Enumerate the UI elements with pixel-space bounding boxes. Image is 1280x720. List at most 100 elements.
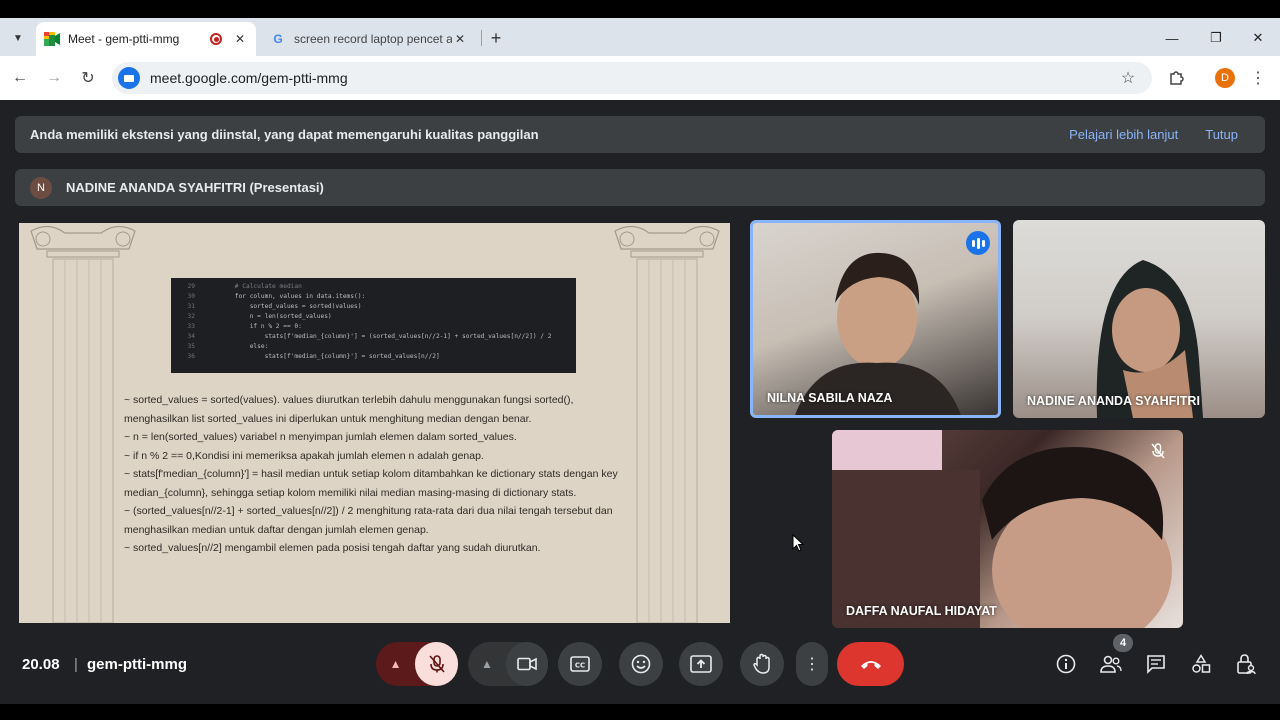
code-text: else:: [205, 343, 269, 350]
people-icon: [1100, 655, 1122, 673]
code-text: stats[f'median_{column}'] = (sorted_valu…: [205, 333, 552, 340]
reactions-button[interactable]: [619, 642, 663, 686]
minimize-button[interactable]: —: [1152, 26, 1192, 50]
presentation-slide: 29 # Calculate median 30 for column, valu…: [19, 223, 730, 623]
activities-button[interactable]: [1189, 652, 1213, 676]
address-bar[interactable]: meet.google.com/gem-ptti-mmg ☆: [112, 62, 1152, 94]
new-tab-button[interactable]: +: [484, 26, 508, 50]
participant-name: DAFFA NAUFAL HIDAYAT: [846, 604, 997, 618]
speaking-indicator-icon: [966, 231, 990, 255]
chrome-menu-icon[interactable]: ⋮: [1248, 66, 1268, 90]
browser-toolbar: ← → ↻ meet.google.com/gem-ptti-mmg ☆ D ⋮: [0, 56, 1280, 100]
participant-video: [795, 252, 961, 415]
present-screen-icon: [690, 655, 712, 673]
participant-tile[interactable]: DAFFA NAUFAL HIDAYAT: [832, 430, 1183, 628]
tab-search[interactable]: G screen record laptop pencet ap ✕: [262, 22, 476, 56]
restore-button[interactable]: ❐: [1196, 26, 1236, 50]
extension-warning-banner: Anda memiliki ekstensi yang diinstal, ya…: [15, 116, 1265, 153]
url-text: meet.google.com/gem-ptti-mmg: [150, 70, 348, 86]
slide-paragraph: ~ n = len(sorted_values) variabel n meny…: [124, 431, 517, 443]
lock-person-icon: [1237, 654, 1256, 675]
meeting-code: gem-ptti-mmg: [87, 656, 187, 673]
people-count-badge: 4: [1113, 634, 1133, 652]
slide-explanation: ~ sorted_values = sorted(values). values…: [124, 391, 626, 558]
code-text: stats[f'median_{column}'] = sorted_value…: [205, 353, 440, 360]
pillar-illustration: [30, 225, 136, 623]
slide-paragraph: ~ sorted_values = sorted(values). values…: [124, 394, 574, 425]
meeting-control-bar: 20.08 | gem-ptti-mmg ▲ ▲ CC ⋮ 4: [0, 628, 1280, 704]
presenter-bar: N NADINE ANANDA SYAHFITRI (Presentasi): [15, 169, 1265, 206]
top-letterbox: [0, 0, 1280, 18]
participant-name: NADINE ANANDA SYAHFITRI: [1027, 394, 1200, 408]
line-number: 34: [187, 333, 195, 340]
banner-text: Anda memiliki ekstensi yang diinstal, ya…: [30, 127, 539, 142]
code-line: 33 if n % 2 == 0:: [171, 322, 576, 332]
code-line: 36 stats[f'median_{column}'] = sorted_va…: [171, 352, 576, 362]
slide-paragraph: ~ (sorted_values[n//2-1] + sorted_values…: [124, 505, 613, 536]
chat-icon: [1147, 655, 1165, 674]
dismiss-banner-button[interactable]: Tutup: [1205, 127, 1238, 142]
tab-title: screen record laptop pencet ap: [294, 32, 452, 46]
line-number: 32: [187, 313, 195, 320]
reload-icon: ↻: [81, 70, 95, 87]
camera-toggle-button[interactable]: [506, 642, 548, 686]
more-vert-icon: ⋮: [804, 656, 820, 673]
browser-tab-strip: ▼ Meet - gem-ptti-mmg ✕ G screen record …: [0, 18, 1280, 56]
site-info-icon[interactable]: [118, 67, 140, 89]
presenter-avatar: N: [30, 176, 52, 199]
present-screen-button[interactable]: [679, 642, 723, 686]
profile-avatar[interactable]: D: [1215, 68, 1235, 88]
participant-name: NILNA SABILA NAZA: [767, 391, 893, 405]
bookmark-star-icon[interactable]: ☆: [1116, 68, 1140, 88]
line-number: 36: [187, 353, 195, 360]
code-line: 32 n = len(sorted_values): [171, 312, 576, 322]
more-options-button[interactable]: ⋮: [796, 642, 828, 686]
screen: ▼ Meet - gem-ptti-mmg ✕ G screen record …: [0, 0, 1280, 720]
line-number: 33: [187, 323, 195, 330]
extensions-puzzle-icon[interactable]: [1164, 66, 1188, 90]
bottom-letterbox: [0, 704, 1280, 720]
google-favicon-icon: G: [273, 32, 283, 46]
code-line: 35 else:: [171, 342, 576, 352]
mic-toggle-button[interactable]: [415, 642, 458, 686]
closed-captions-icon: CC: [570, 656, 590, 672]
meeting-separator: |: [74, 656, 78, 673]
learn-more-link[interactable]: Pelajari lebih lanjut: [1069, 127, 1178, 142]
meeting-info-button[interactable]: [1054, 652, 1078, 676]
code-snippet: 29 # Calculate median 30 for column, valu…: [171, 278, 576, 373]
participant-tile[interactable]: NILNA SABILA NAZA: [750, 220, 1001, 418]
forward-button[interactable]: →: [42, 66, 66, 90]
meet-stage: Anda memiliki ekstensi yang diinstal, ya…: [0, 100, 1280, 704]
participant-video: [1096, 260, 1203, 418]
audio-options-chevron-icon[interactable]: ▲: [376, 657, 415, 671]
tab-meet[interactable]: Meet - gem-ptti-mmg ✕: [36, 22, 256, 56]
close-tab-icon[interactable]: ✕: [232, 32, 248, 46]
tab-search-button[interactable]: ▼: [6, 26, 30, 50]
arrow-right-icon: →: [46, 69, 62, 86]
tab-divider: [481, 30, 482, 46]
code-line: 29 # Calculate median: [171, 282, 576, 292]
chat-button[interactable]: [1144, 652, 1168, 676]
svg-text:CC: CC: [575, 662, 585, 670]
code-line: 34 stats[f'median_{column}'] = (sorted_v…: [171, 332, 576, 342]
raise-hand-button[interactable]: [740, 642, 784, 686]
people-button[interactable]: [1099, 652, 1123, 676]
slide-paragraph: ~ sorted_values[n//2] mengambil elemen p…: [124, 542, 541, 554]
captions-button[interactable]: CC: [558, 642, 602, 686]
video-options-chevron-icon[interactable]: ▲: [468, 657, 506, 671]
pillar-illustration: [614, 225, 720, 623]
microphone-control: ▲: [376, 642, 458, 686]
back-button[interactable]: ←: [8, 66, 32, 90]
participant-tile[interactable]: NADINE ANANDA SYAHFITRI: [1013, 220, 1265, 418]
line-number: 35: [187, 343, 195, 350]
leave-call-button[interactable]: [837, 642, 904, 686]
host-controls-button[interactable]: [1234, 652, 1258, 676]
emoji-icon: [631, 654, 651, 674]
close-tab-icon[interactable]: ✕: [452, 32, 468, 46]
reload-button[interactable]: ↻: [76, 66, 100, 90]
code-text: n = len(sorted_values): [205, 313, 332, 320]
chevron-down-icon: ▼: [13, 32, 23, 44]
participant-video: [832, 430, 1172, 628]
code-text: sorted_values = sorted(values): [205, 303, 362, 310]
close-window-button[interactable]: ✕: [1238, 26, 1278, 50]
